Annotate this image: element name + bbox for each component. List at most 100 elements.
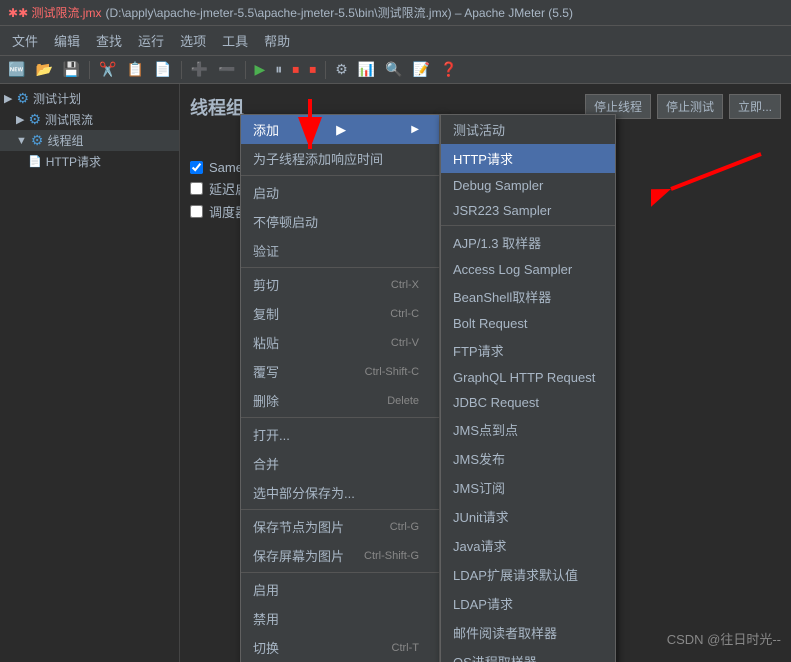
menu-tools[interactable]: 工具: [214, 28, 256, 53]
menu-sampler-mail[interactable]: 邮件阅读者取样器: [441, 618, 615, 647]
title-text: ✱ 测试限流.jmx: [18, 4, 101, 21]
menu-add[interactable]: 添加 ▶: [241, 115, 439, 144]
title-path: (D:\apply\apache-jmeter-5.5\apache-jmete…: [105, 4, 573, 21]
menu-start[interactable]: 启动: [241, 178, 439, 207]
menu-sampler-jms-p2p[interactable]: JMS点到点: [441, 415, 615, 444]
title-bar: ✱ ✱ 测试限流.jmx (D:\apply\apache-jmeter-5.5…: [0, 0, 791, 26]
toolbar-run[interactable]: ▶: [251, 59, 270, 80]
menu-add-timer[interactable]: 为子线程添加响应时间: [241, 144, 439, 173]
tree-expand-icon2: ▶: [16, 113, 24, 126]
menu-save-screen-img[interactable]: 保存屏幕为图片 Ctrl-Shift-G: [241, 541, 439, 570]
menu-save-node-img[interactable]: 保存节点为图片 Ctrl-G: [241, 512, 439, 541]
toolbar-log[interactable]: 📝: [409, 59, 434, 80]
tree-item-thread-group[interactable]: ▼ ⚙ 线程组: [0, 130, 179, 151]
submenu-arrow-icon: ▶: [336, 122, 346, 138]
toolbar-settings[interactable]: ⚙: [331, 59, 352, 80]
toolbar-remove[interactable]: ➖: [214, 59, 239, 80]
paste-shortcut: Ctrl-V: [391, 337, 419, 349]
menu-save-selected[interactable]: 选中部分保存为...: [241, 478, 439, 507]
menu-file[interactable]: 文件: [4, 28, 46, 53]
sep5: [241, 572, 439, 573]
stop-test-btn[interactable]: 停止测试: [657, 94, 723, 119]
menu-sampler-http[interactable]: HTTP请求: [441, 144, 615, 173]
menu-sampler-debug[interactable]: Debug Sampler: [441, 173, 615, 198]
menu-enable[interactable]: 启用: [241, 575, 439, 604]
tree-item-http[interactable]: 📄 HTTP请求: [0, 151, 179, 172]
delay-start-check[interactable]: [190, 182, 203, 195]
menu-sampler-ldap[interactable]: LDAP请求: [441, 589, 615, 618]
menu-sampler-jms-pub[interactable]: JMS发布: [441, 444, 615, 473]
toolbar-pause[interactable]: ⏸: [271, 59, 286, 80]
toolbar-open[interactable]: 📂: [31, 59, 56, 80]
menu-sampler-test-action[interactable]: 测试活动: [441, 115, 615, 144]
tree-label-http: HTTP请求: [46, 153, 101, 170]
menu-paste[interactable]: 粘贴 Ctrl-V: [241, 328, 439, 357]
context-menus: 添加 ▶ 为子线程添加响应时间 启动 不停顿启动 验证 剪切 Ctrl-X 复制…: [240, 114, 616, 662]
menu-sampler-accesslog[interactable]: Access Log Sampler: [441, 257, 615, 282]
menu-options[interactable]: 选项: [172, 28, 214, 53]
toolbar-save[interactable]: 💾: [59, 59, 84, 80]
toolbar: 🆕 📂 💾 ✂️ 📋 📄 ➕ ➖ ▶ ⏸ ⏹ ⏹ ⚙ 📊 🔍 📝 ❓: [0, 56, 791, 84]
menu-disable[interactable]: 禁用: [241, 604, 439, 633]
tree-expand-icon: ▶: [4, 92, 12, 105]
toolbar-sep2: [181, 61, 182, 79]
menu-sampler-jms-sub[interactable]: JMS订阅: [441, 473, 615, 502]
menu-sampler-ajp[interactable]: AJP/1.3 取样器: [441, 228, 615, 257]
toolbar-paste[interactable]: 📄: [150, 59, 175, 80]
context-menu-level2: 测试活动 HTTP请求 Debug Sampler JSR223 Sampler…: [440, 114, 616, 662]
menu-delete[interactable]: 删除 Delete: [241, 386, 439, 415]
same-user-check[interactable]: [190, 161, 203, 174]
menu-find[interactable]: 查找: [88, 28, 130, 53]
menu-sampler-ftp[interactable]: FTP请求: [441, 336, 615, 365]
sep3: [241, 417, 439, 418]
menu-cut[interactable]: 剪切 Ctrl-X: [241, 270, 439, 299]
toolbar-sep4: [325, 61, 326, 79]
main-area: ▶ ⚙ 测试计划 ▶ ⚙ 测试限流 ▼ ⚙ 线程组 📄 HTTP请求 线程组 停…: [0, 84, 791, 662]
toolbar-help[interactable]: ❓: [436, 59, 461, 80]
menu-sampler-ldap-ext[interactable]: LDAP扩展请求默认值: [441, 560, 615, 589]
tree-item-test-plan[interactable]: ▶ ⚙ 测试计划: [0, 88, 179, 109]
delete-shortcut: Delete: [387, 395, 419, 407]
toolbar-copy[interactable]: 📋: [123, 59, 148, 80]
menu-sampler-graphql[interactable]: GraphQL HTTP Request: [441, 365, 615, 390]
toolbar-stop[interactable]: ⏹: [288, 59, 303, 80]
sep-lvl2-1: [441, 225, 615, 226]
menu-run[interactable]: 运行: [130, 28, 172, 53]
menu-start-nopause[interactable]: 不停顿启动: [241, 207, 439, 236]
watermark: CSDN @往日时光--: [667, 629, 781, 648]
menu-open[interactable]: 打开...: [241, 420, 439, 449]
toolbar-add[interactable]: ➕: [187, 59, 212, 80]
menu-merge[interactable]: 合并: [241, 449, 439, 478]
sep4: [241, 509, 439, 510]
menu-sampler-jdbc[interactable]: JDBC Request: [441, 390, 615, 415]
menu-bar: 文件 编辑 查找 运行 选项 工具 帮助: [0, 26, 791, 56]
menu-sampler-junit[interactable]: JUnit请求: [441, 502, 615, 531]
http-icon: 📄: [28, 155, 42, 168]
tree-label-flow-limit: 测试限流: [45, 111, 93, 128]
menu-sampler-bolt[interactable]: Bolt Request: [441, 311, 615, 336]
toolbar-chart[interactable]: 📊: [354, 59, 379, 80]
tree-item-flow-limit[interactable]: ▶ ⚙ 测试限流: [0, 109, 179, 130]
right-panel: 线程组 停止线程 停止测试 立即... Same user 延迟启动... 调度…: [180, 84, 791, 662]
menu-edit[interactable]: 编辑: [46, 28, 88, 53]
left-panel: ▶ ⚙ 测试计划 ▶ ⚙ 测试限流 ▼ ⚙ 线程组 📄 HTTP请求: [0, 84, 180, 662]
gear-icon3: ⚙: [31, 132, 44, 149]
toolbar-search[interactable]: 🔍: [381, 59, 406, 80]
menu-help[interactable]: 帮助: [256, 28, 298, 53]
menu-sampler-jsr223[interactable]: JSR223 Sampler: [441, 198, 615, 223]
menu-sampler-os[interactable]: OS进程取样器: [441, 647, 615, 662]
copy-shortcut: Ctrl-C: [390, 308, 419, 320]
menu-overwrite[interactable]: 覆写 Ctrl-Shift-C: [241, 357, 439, 386]
menu-validate[interactable]: 验证: [241, 236, 439, 265]
menu-sampler-java[interactable]: Java请求: [441, 531, 615, 560]
toolbar-new[interactable]: 🆕: [4, 59, 29, 80]
save-node-shortcut: Ctrl-G: [390, 521, 419, 533]
menu-sampler-beanshell[interactable]: BeanShell取样器: [441, 282, 615, 311]
menu-copy[interactable]: 复制 Ctrl-C: [241, 299, 439, 328]
sep1: [241, 175, 439, 176]
toolbar-sep1: [89, 61, 90, 79]
toolbar-stop2[interactable]: ⏹: [305, 59, 320, 80]
toolbar-cut[interactable]: ✂️: [95, 59, 120, 80]
scheduler-check[interactable]: [190, 205, 203, 218]
stop-immediate-btn[interactable]: 立即...: [729, 94, 781, 119]
